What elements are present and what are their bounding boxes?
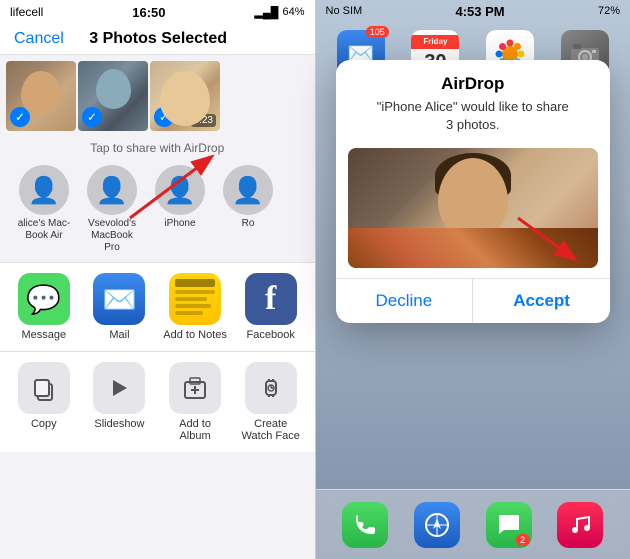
left-carrier: lifecell — [10, 5, 43, 19]
dock-music-icon[interactable] — [557, 502, 603, 548]
check-badge-3: ✓ — [154, 107, 174, 127]
play-icon — [105, 374, 133, 402]
action-copy-label: Copy — [31, 418, 57, 430]
notes-icon — [169, 273, 221, 325]
cancel-button[interactable]: Cancel — [14, 30, 64, 48]
copy-icon-box — [18, 362, 70, 414]
photo-thumb-1[interactable]: ✓ — [6, 61, 76, 131]
photo-thumb-2[interactable]: ✓ — [78, 61, 148, 131]
dialog-photo — [348, 148, 599, 268]
left-header: Cancel 3 Photos Selected — [0, 24, 315, 55]
right-battery: 72% — [598, 5, 620, 17]
dialog-title: AirDrop — [350, 74, 597, 94]
wifi-icon: ▂▄█ — [254, 6, 278, 19]
action-slideshow-label: Slideshow — [94, 418, 144, 430]
dock-safari-icon[interactable] — [414, 502, 460, 548]
add-album-icon-box — [169, 362, 221, 414]
video-duration: 0:23 — [191, 114, 216, 127]
decline-button[interactable]: Decline — [336, 279, 474, 323]
action-watch-face[interactable]: CreateWatch Face — [238, 362, 303, 442]
app-mail[interactable]: ✉️ Mail — [87, 273, 152, 341]
left-status-bar: lifecell 16:50 ▂▄█ 64% — [0, 0, 315, 24]
left-panel: lifecell 16:50 ▂▄█ 64% Cancel 3 Photos S… — [0, 0, 315, 559]
contact-name-alice: alice's Mac-Book Air — [18, 218, 70, 242]
mail-icon: ✉️ — [93, 273, 145, 325]
right-carrier: No SIM — [326, 5, 363, 17]
facebook-icon: f — [245, 273, 297, 325]
app-facebook[interactable]: f Facebook — [238, 273, 303, 341]
photos-strip: ✓ ✓ ✓ 0:23 — [0, 55, 315, 137]
check-badge-2: ✓ — [82, 107, 102, 127]
add-album-icon — [181, 374, 209, 402]
watch-face-icon-box — [245, 362, 297, 414]
photos-selected-title: 3 Photos Selected — [89, 30, 227, 48]
right-panel: No SIM 4:53 PM 72% ✉️ 105 Mail Friday 30… — [316, 0, 630, 559]
mail-badge: 105 — [366, 26, 389, 38]
red-arrow-1 — [120, 148, 240, 228]
copy-icon — [30, 374, 58, 402]
slideshow-icon-box — [93, 362, 145, 414]
app-message[interactable]: 💬 Message — [11, 273, 76, 341]
photo-thumb-3[interactable]: ✓ 0:23 — [150, 61, 220, 131]
cal-top: Friday — [411, 35, 459, 49]
home-screen: No SIM 4:53 PM 72% ✉️ 105 Mail Friday 30… — [316, 0, 630, 559]
action-add-album-label: Add to Album — [163, 418, 228, 442]
dialog-header: AirDrop "iPhone Alice" would like to sha… — [336, 60, 611, 138]
battery-icon: 64% — [282, 6, 304, 18]
action-row: Copy Slideshow Add to Album — [0, 352, 315, 452]
action-add-album[interactable]: Add to Album — [163, 362, 228, 442]
action-watch-face-label: CreateWatch Face — [242, 418, 300, 442]
red-arrow-accept — [508, 208, 588, 268]
bottom-dock: 2 — [316, 489, 630, 559]
app-notes-label: Add to Notes — [163, 329, 227, 341]
app-notes[interactable]: Add to Notes — [163, 273, 228, 341]
app-facebook-label: Facebook — [247, 329, 295, 341]
action-copy[interactable]: Copy — [11, 362, 76, 442]
check-badge-1: ✓ — [10, 107, 30, 127]
right-time: 4:53 PM — [456, 4, 505, 19]
contact-avatar-alice: 👤 — [19, 165, 69, 215]
dock-phone-icon[interactable] — [342, 502, 388, 548]
photo-face — [438, 158, 508, 238]
dialog-buttons: Decline Accept — [336, 278, 611, 323]
accept-button[interactable]: Accept — [473, 279, 610, 323]
messages-icon: 💬 — [18, 273, 70, 325]
watch-icon — [257, 374, 285, 402]
contact-name-ro: Ro — [242, 218, 255, 230]
messages-badge: 2 — [516, 534, 530, 546]
action-slideshow[interactable]: Slideshow — [87, 362, 152, 442]
airdrop-dialog: AirDrop "iPhone Alice" would like to sha… — [336, 60, 611, 323]
app-message-label: Message — [21, 329, 66, 341]
right-status-bar: No SIM 4:53 PM 72% — [316, 0, 630, 22]
dock-messages-icon[interactable]: 2 — [486, 502, 532, 548]
left-time: 16:50 — [132, 5, 165, 20]
app-mail-label: Mail — [109, 329, 129, 341]
dialog-subtitle: "iPhone Alice" would like to share3 phot… — [350, 98, 597, 134]
left-battery: ▂▄█ 64% — [254, 6, 304, 19]
contact-alice[interactable]: 👤 alice's Mac-Book Air — [14, 165, 74, 254]
share-apps-row: 💬 Message ✉️ Mail Add to Notes f Faceboo… — [0, 262, 315, 352]
